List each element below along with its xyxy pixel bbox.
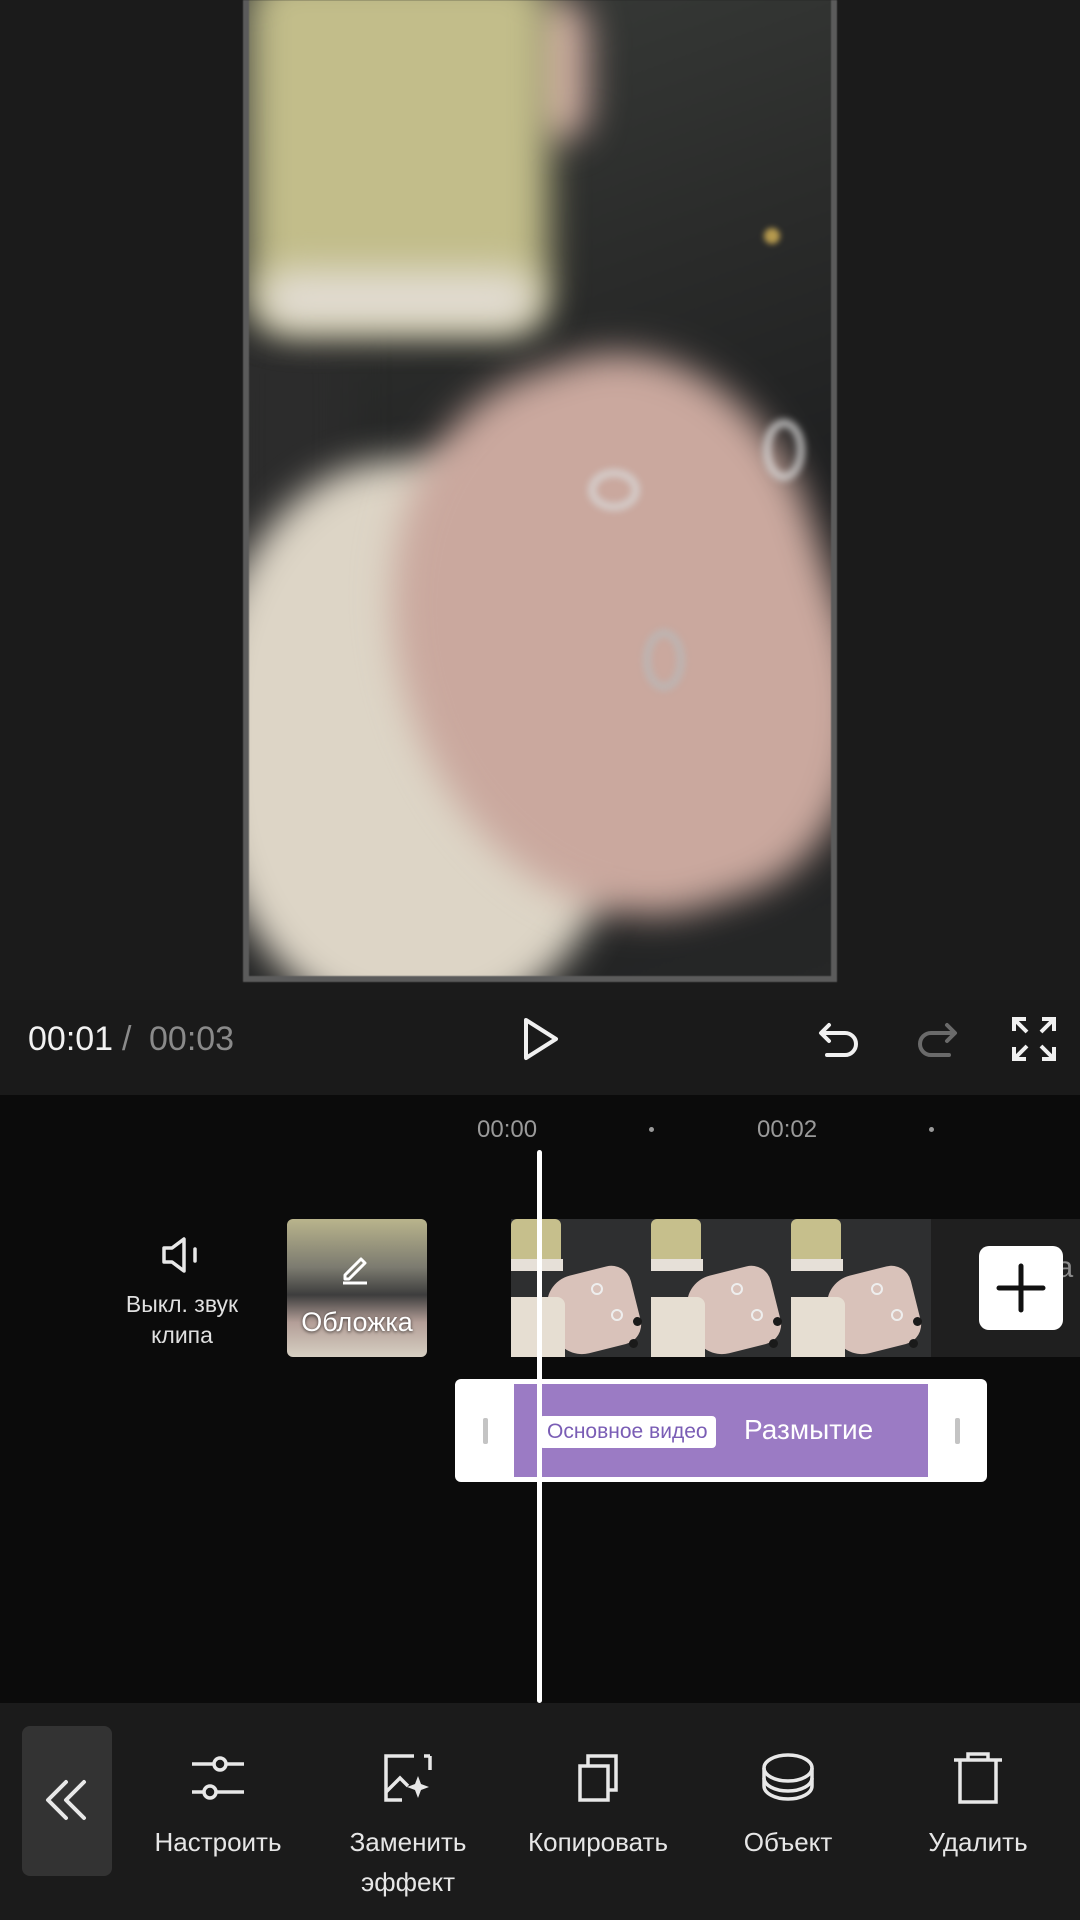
clip-thumbnail xyxy=(511,1219,651,1357)
current-time: 00:01 xyxy=(28,1020,114,1058)
video-preview[interactable] xyxy=(243,0,837,982)
trash-icon xyxy=(954,1752,1002,1804)
trim-handle-left[interactable] xyxy=(483,1418,488,1444)
replace-effect-button[interactable]: Заменить эффект xyxy=(313,1752,503,1902)
tick-dot xyxy=(929,1127,934,1132)
plus-icon xyxy=(996,1263,1046,1313)
effect-name: Размытие xyxy=(744,1414,874,1445)
trim-handle-right[interactable] xyxy=(955,1418,960,1444)
edit-pencil-icon xyxy=(343,1257,367,1285)
mute-clip-label: Выкл. звук клипа xyxy=(125,1291,239,1348)
object-button[interactable]: Объект xyxy=(693,1752,883,1862)
delete-button[interactable]: Удалить xyxy=(883,1752,1073,1862)
replace-effect-label: Заменить эффект xyxy=(349,1827,467,1897)
layers-stack-icon xyxy=(762,1753,814,1801)
double-chevron-left-icon xyxy=(46,1780,86,1820)
image-sparkle-icon xyxy=(384,1754,432,1802)
delete-label: Удалить xyxy=(928,1827,1028,1857)
tick-label: 00:02 xyxy=(757,1116,818,1143)
redo-icon[interactable] xyxy=(913,1015,961,1063)
speaker-icon xyxy=(162,1237,197,1273)
effect-scope-badge: Основное видео xyxy=(539,1416,716,1448)
copy-icon xyxy=(578,1754,618,1802)
adjust-button[interactable]: Настроить xyxy=(123,1752,313,1862)
back-button[interactable] xyxy=(22,1726,112,1876)
video-clip[interactable] xyxy=(511,1219,931,1357)
fullscreen-icon[interactable] xyxy=(1010,1015,1058,1063)
cover-label: Обложка xyxy=(301,1307,413,1337)
copy-button[interactable]: Копировать xyxy=(503,1752,693,1862)
tick-label: 00:00 xyxy=(477,1116,538,1143)
copy-label: Копировать xyxy=(528,1827,668,1857)
clip-thumbnail xyxy=(791,1219,931,1357)
clip-thumbnail xyxy=(651,1219,791,1357)
mute-clip-button[interactable]: Выкл. звук клипа xyxy=(110,1235,254,1351)
tick-dot xyxy=(649,1127,654,1132)
object-label: Объект xyxy=(743,1827,833,1857)
undo-icon[interactable] xyxy=(815,1015,863,1063)
add-clip-button[interactable] xyxy=(979,1246,1063,1330)
time-separator: / xyxy=(122,1020,132,1058)
total-time: 00:03 xyxy=(149,1020,235,1058)
cover-button[interactable]: Обложка xyxy=(287,1219,427,1357)
adjust-label: Настроить xyxy=(154,1827,282,1857)
play-icon[interactable] xyxy=(516,1015,564,1063)
sliders-icon xyxy=(192,1756,244,1800)
playhead[interactable] xyxy=(537,1150,542,1703)
